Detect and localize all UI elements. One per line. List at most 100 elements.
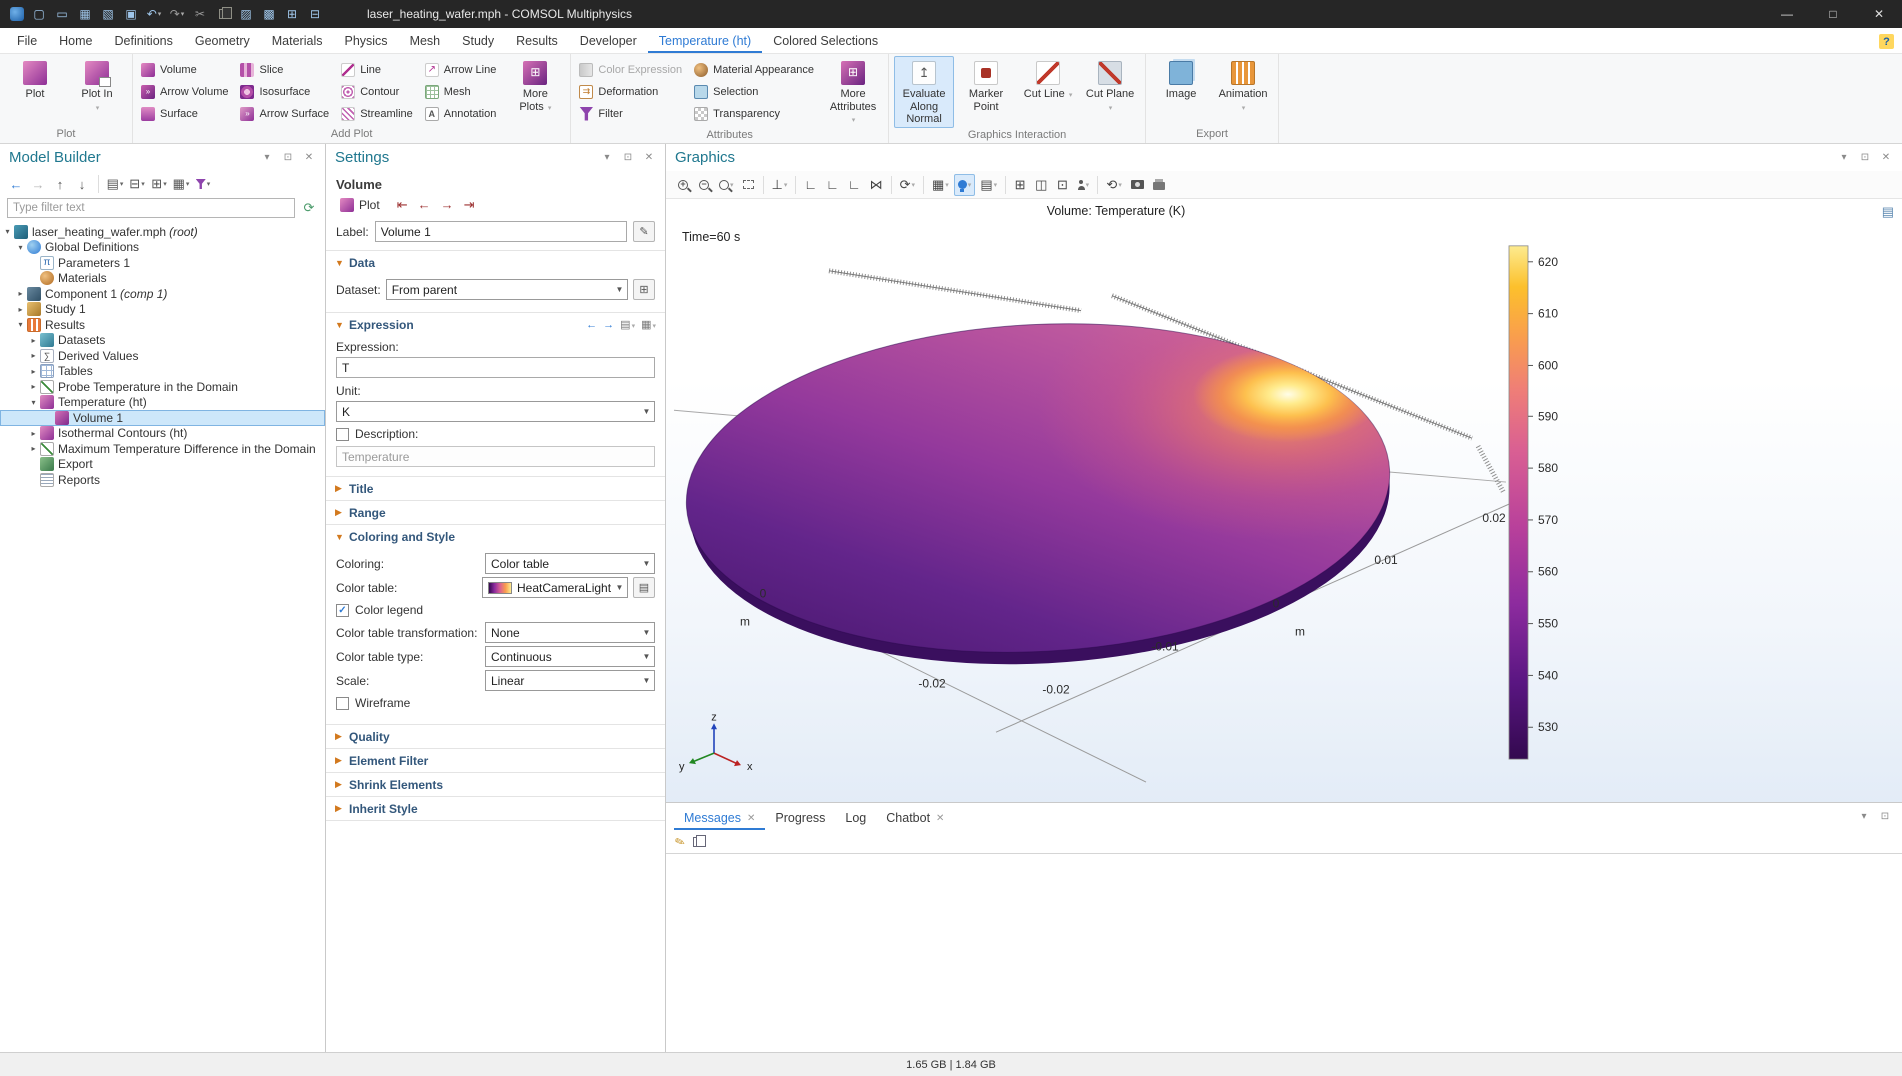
tree-item-isothermal-contours[interactable]: ▸ Isothermal Contours (ht) xyxy=(0,426,325,442)
tab-temperature-ht[interactable]: Temperature (ht) xyxy=(648,30,762,53)
chevron-right-icon[interactable]: ▸ xyxy=(28,336,39,345)
coloring-combo[interactable]: Color table ▼ xyxy=(485,553,655,574)
zoom-out-button[interactable]: − xyxy=(694,174,714,196)
redo-icon[interactable]: ↷▾ xyxy=(169,6,185,22)
plot-next-button[interactable]: → xyxy=(441,197,454,213)
tab-geometry[interactable]: Geometry xyxy=(184,30,261,53)
tree-item-root[interactable]: ▾ laser_heating_wafer.mph(root) xyxy=(0,224,325,240)
marker-point-button[interactable]: Marker Point xyxy=(956,56,1016,128)
tree-item-study[interactable]: ▸ Study 1 xyxy=(0,302,325,318)
line-button[interactable]: Line xyxy=(338,59,420,80)
panel-float-icon[interactable]: ⊡ xyxy=(621,151,635,165)
panel-close-icon[interactable]: ✕ xyxy=(642,151,656,165)
print-plot-button[interactable] xyxy=(1149,174,1169,196)
zoom-box-button[interactable] xyxy=(739,174,759,196)
tab-log[interactable]: Log xyxy=(835,807,876,830)
perspective-toggle-button[interactable]: ⋈ xyxy=(866,174,887,196)
plot-previous-button[interactable]: ← xyxy=(418,197,431,213)
slice-button[interactable]: Slice xyxy=(237,59,336,80)
rotate-view-button[interactable]: ⟳▾ xyxy=(896,174,919,196)
zoom-in-button[interactable]: + xyxy=(673,174,693,196)
settings-plot-button[interactable]: Plot xyxy=(336,197,384,213)
plot-in-button[interactable]: Plot In ▾ xyxy=(67,56,127,127)
tab-progress[interactable]: Progress xyxy=(765,807,835,830)
tree-item-temperature-ht[interactable]: ▾ Temperature (ht) xyxy=(0,395,325,411)
insert-expression-button[interactable]: ▤▾ xyxy=(620,318,635,331)
section-data-header[interactable]: ▼ Data xyxy=(326,251,665,274)
annotation-button[interactable]: AAnnotation xyxy=(422,103,504,124)
material-appearance-button[interactable]: Material Appearance xyxy=(691,59,821,80)
chevron-right-icon[interactable]: ▸ xyxy=(28,429,39,438)
more-plots-button[interactable]: ⊞ More Plots ▾ xyxy=(505,56,565,127)
plot-settings-button[interactable]: ▦▾ xyxy=(928,174,953,196)
tree-item-parameters[interactable]: Parameters 1 xyxy=(0,255,325,271)
tree-item-component[interactable]: ▸ Component 1(comp 1) xyxy=(0,286,325,302)
plot-last-button[interactable]: ⇥ xyxy=(464,197,475,213)
close-button[interactable]: ✕ xyxy=(1856,0,1902,28)
chevron-down-icon[interactable]: ▾ xyxy=(28,398,39,407)
graphics-canvas[interactable]: ▤ xyxy=(666,199,1902,802)
section-element-filter-header[interactable]: ▶ Element Filter xyxy=(326,749,665,772)
move-up-button[interactable]: ↑ xyxy=(51,174,69,194)
description-checkbox[interactable] xyxy=(336,428,349,441)
edit-color-table-icon[interactable]: ▤ xyxy=(633,577,655,598)
move-down-button[interactable]: ↓ xyxy=(73,174,91,194)
plot-first-button[interactable]: ⇤ xyxy=(397,197,408,213)
label-input[interactable] xyxy=(375,221,627,242)
print-icon[interactable]: ▣ xyxy=(123,6,139,22)
panel-float-icon[interactable]: ⊡ xyxy=(1878,810,1892,824)
surface-button[interactable]: Surface xyxy=(138,103,235,124)
panel-close-icon[interactable]: ✕ xyxy=(1879,151,1893,165)
chevron-right-icon[interactable]: ▸ xyxy=(28,351,39,360)
contour-button[interactable]: Contour xyxy=(338,81,420,102)
save-icon[interactable]: ▦ xyxy=(77,6,93,22)
chevron-right-icon[interactable]: ▸ xyxy=(28,367,39,376)
tree-filter-button[interactable]: ▾ xyxy=(194,174,212,194)
chevron-right-icon[interactable]: ▸ xyxy=(28,444,39,453)
tree-item-reports[interactable]: Reports xyxy=(0,472,325,488)
scene-light-button[interactable]: ▾ xyxy=(954,174,976,196)
show-grid-button[interactable]: ⊞ xyxy=(1010,174,1030,196)
section-expression-header[interactable]: ▼ Expression ← → ▤▾ ▦▾ xyxy=(326,313,665,336)
selection-button[interactable]: Selection xyxy=(691,81,821,102)
dataset-combo[interactable]: From parent ▼ xyxy=(386,279,628,300)
tab-study[interactable]: Study xyxy=(451,30,505,53)
tree-item-derived-values[interactable]: ▸ Derived Values xyxy=(0,348,325,364)
cut-plane-button[interactable]: Cut Plane ▾ xyxy=(1080,56,1140,128)
expression-input[interactable] xyxy=(336,357,655,378)
default-view-button[interactable]: ⊥▾ xyxy=(768,174,792,196)
scale-combo[interactable]: Linear ▼ xyxy=(485,670,655,691)
tree-item-results[interactable]: ▾ Results xyxy=(0,317,325,333)
chevron-down-icon[interactable]: ▾ xyxy=(15,243,26,252)
isosurface-button[interactable]: Isosurface xyxy=(237,81,336,102)
plot-button[interactable]: Plot xyxy=(5,56,65,127)
cut-line-button[interactable]: Cut Line ▾ xyxy=(1018,56,1078,128)
replace-expression-button[interactable]: ▦▾ xyxy=(641,318,656,331)
section-quality-header[interactable]: ▶ Quality xyxy=(326,725,665,748)
arrow-surface-button[interactable]: »Arrow Surface xyxy=(237,103,336,124)
panel-float-icon[interactable]: ⊡ xyxy=(1858,151,1872,165)
image-button[interactable]: Image xyxy=(1151,56,1211,127)
refresh-filter-icon[interactable]: ⟳ xyxy=(300,198,318,218)
mesh-button[interactable]: Mesh xyxy=(422,81,504,102)
tab-mesh[interactable]: Mesh xyxy=(399,30,452,53)
filter-button[interactable]: Filter xyxy=(576,103,689,124)
panel-menu-icon[interactable]: ▾ xyxy=(260,151,274,165)
tab-materials[interactable]: Materials xyxy=(261,30,334,53)
wireframe-checkbox[interactable] xyxy=(336,697,349,710)
section-title-header[interactable]: ▶ Title xyxy=(326,477,665,500)
more-attributes-button[interactable]: ⊞ More Attributes ▾ xyxy=(823,56,883,128)
tree-item-max-temperature-difference[interactable]: ▸ Maximum Temperature Difference in the … xyxy=(0,441,325,457)
color-table-transformation-combo[interactable]: None ▼ xyxy=(485,622,655,643)
view-along-x-button[interactable]: ∟ xyxy=(800,174,821,196)
paste-icon[interactable]: ▨ xyxy=(238,6,254,22)
panel-close-icon[interactable]: ✕ xyxy=(302,151,316,165)
cut-icon[interactable]: ✂ xyxy=(192,6,208,22)
delete-icon[interactable]: ▩ xyxy=(261,6,277,22)
tab-file[interactable]: File xyxy=(6,30,48,53)
tab-results[interactable]: Results xyxy=(505,30,569,53)
close-tab-icon[interactable]: ✕ xyxy=(936,813,944,824)
view-along-y-button[interactable]: ∟ xyxy=(822,174,843,196)
tab-colored-selections[interactable]: Colored Selections xyxy=(762,30,889,53)
panel-menu-icon[interactable]: ▾ xyxy=(600,151,614,165)
